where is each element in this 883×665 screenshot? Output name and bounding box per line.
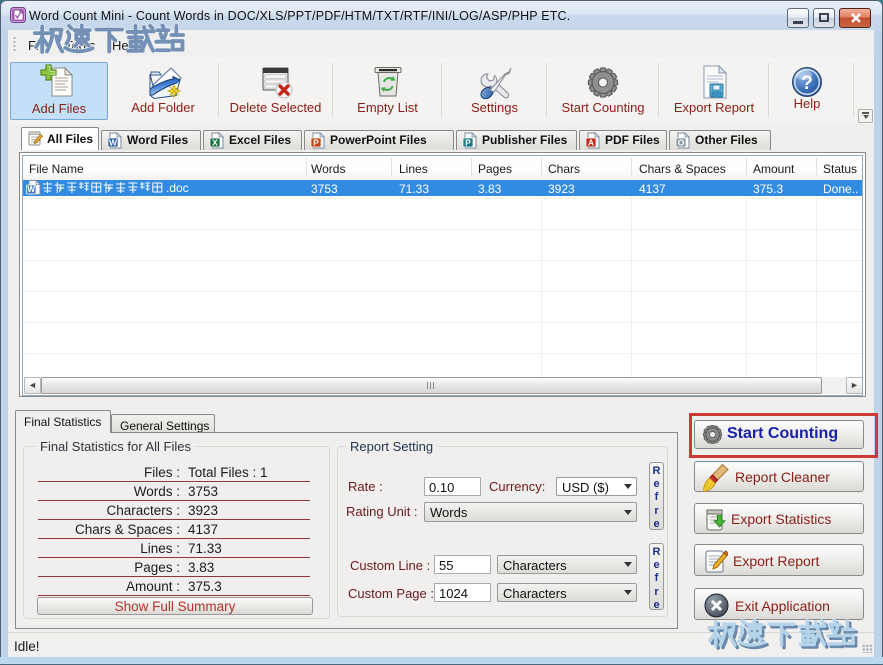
svg-text:X: X — [212, 137, 218, 147]
svg-text:P: P — [313, 137, 319, 147]
svg-text:W: W — [27, 185, 35, 194]
svg-text:?: ? — [801, 73, 813, 94]
svg-text:W: W — [109, 137, 118, 147]
svg-text:O: O — [678, 137, 685, 147]
svg-text:.doc: .doc — [166, 181, 189, 195]
svg-text:A: A — [588, 137, 594, 147]
svg-text:P: P — [465, 137, 471, 147]
